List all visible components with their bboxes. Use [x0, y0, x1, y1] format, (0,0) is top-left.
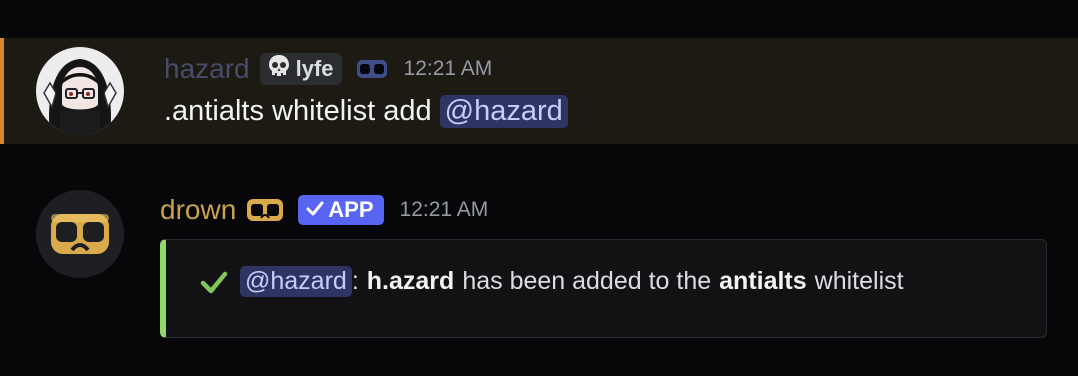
avatar-hazard[interactable] — [36, 47, 124, 135]
message-hazard: hazard lyfe 12:21 AM .antialts whitelist… — [0, 38, 1078, 144]
embed-description: @hazard : h.azard has been added to the … — [200, 266, 904, 297]
bold-feature: antialts — [719, 267, 807, 295]
embed-text-middle: has been added to the — [462, 267, 712, 295]
bold-username: h.azard — [366, 267, 455, 295]
goggles-icon[interactable] — [356, 58, 388, 80]
goggles-icon[interactable] — [246, 196, 284, 224]
timestamp[interactable]: 12:21 AM — [400, 198, 489, 222]
skull-icon — [266, 53, 292, 85]
message-drown: drown APP 12:21 AM @hazard : h.azard has… — [0, 180, 1078, 350]
user-mention[interactable]: @hazard — [240, 266, 352, 297]
avatar-drown[interactable] — [36, 190, 124, 278]
app-badge-label: APP — [328, 197, 374, 222]
guild-tag[interactable]: lyfe — [259, 53, 342, 85]
message-header: drown APP 12:21 AM — [160, 190, 488, 230]
message-header: hazard lyfe 12:21 AM — [164, 49, 492, 89]
embed: @hazard : h.azard has been added to the … — [160, 239, 1047, 338]
guild-tag-label: lyfe — [295, 56, 334, 81]
separator: : — [351, 267, 359, 295]
message-content: .antialts whitelist add @hazard — [164, 95, 568, 128]
checkmark-icon — [200, 270, 228, 294]
username[interactable]: drown — [160, 194, 236, 226]
message-text: .antialts whitelist add — [164, 95, 440, 127]
checkmark-icon — [306, 197, 324, 223]
user-mention[interactable]: @hazard — [439, 95, 568, 128]
timestamp[interactable]: 12:21 AM — [404, 57, 493, 81]
avatar-image — [36, 47, 124, 135]
goggles-logo-icon — [36, 190, 124, 278]
embed-text-end: whitelist — [814, 267, 904, 295]
username[interactable]: hazard — [164, 53, 250, 85]
app-badge: APP — [298, 195, 384, 225]
